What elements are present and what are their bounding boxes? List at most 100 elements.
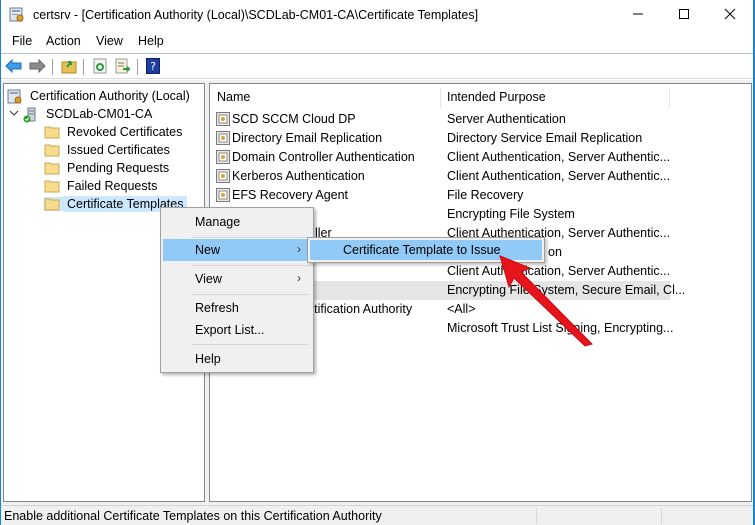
menu-bar: File Action View Help xyxy=(1,31,753,52)
template-name: SCD SCCM Cloud DP xyxy=(232,112,356,126)
minimize-button[interactable] xyxy=(615,0,661,31)
menu-item-label: Refresh xyxy=(195,301,239,315)
table-row[interactable]: Kerberos Authentication Client Authentica… xyxy=(210,167,670,186)
folder-up-icon xyxy=(61,58,77,77)
menu-item-label: Help xyxy=(195,352,221,366)
menu-view[interactable]: View xyxy=(96,34,123,48)
intended-purpose: Encrypting File System xyxy=(447,207,575,221)
status-separator xyxy=(661,508,662,524)
help-button[interactable]: ? xyxy=(144,57,162,77)
template-name: rtification Authority xyxy=(310,302,413,316)
toolbar-separator xyxy=(83,59,84,75)
template-name: Kerberos Authentication xyxy=(232,169,365,183)
tree-item-label: Pending Requests xyxy=(67,161,170,175)
table-row[interactable]: EFS Recovery Agent File Recovery xyxy=(210,186,670,205)
toolbar: ? xyxy=(1,53,753,79)
maximize-button[interactable] xyxy=(661,0,707,31)
menu-help[interactable]: Help xyxy=(138,34,164,48)
intended-purpose: Encrypting File System, Secure Email, Cl… xyxy=(447,283,686,297)
toolbar-separator xyxy=(137,59,138,75)
close-button[interactable] xyxy=(707,0,753,31)
context-menu-item-export-list[interactable]: Export List... xyxy=(163,319,311,341)
folder-icon xyxy=(44,143,60,157)
certificate-template-icon xyxy=(216,131,230,145)
certificate-template-icon xyxy=(216,169,230,183)
column-header-intended-purpose[interactable]: Intended Purpose xyxy=(447,90,546,104)
intended-purpose: Client Authentication, Server Authentic.… xyxy=(447,169,671,183)
help-icon: ? xyxy=(146,57,160,77)
context-menu-item-manage[interactable]: Manage xyxy=(163,211,311,233)
menu-item-label: View xyxy=(195,272,222,286)
column-header-name[interactable]: Name xyxy=(217,90,250,104)
svg-text:?: ? xyxy=(150,60,156,73)
export-list-icon xyxy=(115,58,131,77)
template-name: Directory Email Replication xyxy=(232,131,383,145)
table-row[interactable]: Directory Email Replication Directory Ser… xyxy=(210,129,670,148)
menu-item-label: New xyxy=(195,243,221,257)
tree-item-label: Failed Requests xyxy=(67,179,158,193)
ca-server-icon xyxy=(23,107,39,123)
menu-separator xyxy=(191,344,309,345)
tree-item-pending-requests[interactable]: Pending Requests xyxy=(44,159,172,177)
intended-purpose: Microsoft Trust List Signing, Encrypting… xyxy=(447,321,674,335)
certificate-template-icon xyxy=(216,188,230,202)
menu-item-label: Export List... xyxy=(195,323,265,337)
folder-icon xyxy=(44,161,60,175)
status-bar: Enable additional Certificate Templates … xyxy=(1,505,753,525)
close-icon xyxy=(724,8,736,23)
column-resize-handle[interactable] xyxy=(669,88,670,108)
template-name: EFS Recovery Agent xyxy=(232,188,349,202)
certificate-template-icon xyxy=(216,150,230,164)
menu-action[interactable]: Action xyxy=(46,34,81,48)
title-bar: certsrv - [Certification Authority (Loca… xyxy=(1,0,753,31)
certificate-template-icon xyxy=(216,112,230,126)
tree-item-label: Issued Certificates xyxy=(67,143,170,157)
table-row[interactable]: Domain Controller Authentication Client A… xyxy=(210,148,670,167)
menu-separator xyxy=(191,237,309,238)
refresh-button[interactable] xyxy=(91,58,109,76)
content-area: Certification Authority (Local) SCDLab-C… xyxy=(1,80,753,505)
context-menu-item-help[interactable]: Help xyxy=(163,348,311,370)
intended-purpose: File Recovery xyxy=(447,188,524,202)
minimize-icon xyxy=(632,8,644,23)
tree-item-issued-certificates[interactable]: Issued Certificates xyxy=(44,141,173,159)
column-resize-handle[interactable] xyxy=(440,88,441,108)
up-one-level-button[interactable] xyxy=(60,58,78,76)
tree-item-failed-requests[interactable]: Failed Requests xyxy=(44,177,160,195)
context-menu-item-refresh[interactable]: Refresh xyxy=(163,297,311,319)
new-submenu: Certificate Template to Issue xyxy=(307,237,545,263)
forward-arrow-icon xyxy=(28,58,46,76)
forward-button[interactable] xyxy=(28,58,46,76)
refresh-icon xyxy=(92,58,108,77)
back-arrow-icon xyxy=(5,58,23,76)
list-header: Name Intended Purpose xyxy=(210,84,751,110)
intended-purpose: on xyxy=(548,245,562,259)
tree-root[interactable]: Certification Authority (Local) xyxy=(7,87,193,105)
certsrv-icon xyxy=(9,7,25,23)
window-title: certsrv - [Certification Authority (Loca… xyxy=(33,8,479,22)
menu-item-label: Manage xyxy=(195,215,241,229)
chevron-right-icon: › xyxy=(297,242,301,256)
folder-icon xyxy=(44,197,64,211)
intended-purpose: Client Authentication, Server Authentic.… xyxy=(447,150,671,164)
table-row[interactable]: SCD SCCM Cloud DP Server Authentication xyxy=(210,110,670,129)
submenu-item-certificate-template-to-issue[interactable]: Certificate Template to Issue xyxy=(310,240,542,260)
tree-ca-label: SCDLab-CM01-CA xyxy=(46,107,153,121)
export-list-button[interactable] xyxy=(114,58,132,76)
tree-item-label: Revoked Certificates xyxy=(67,125,183,139)
menu-file[interactable]: File xyxy=(12,34,32,48)
toolbar-separator xyxy=(52,59,53,75)
status-separator xyxy=(536,508,537,524)
intended-purpose: Server Authentication xyxy=(447,112,566,126)
intended-purpose: Client Authentication, Server Authentic.… xyxy=(447,264,671,278)
intended-purpose: Directory Service Email Replication xyxy=(447,131,643,145)
context-menu-item-new[interactable]: New › xyxy=(163,239,311,261)
back-button[interactable] xyxy=(5,58,23,76)
chevron-down-icon[interactable] xyxy=(9,107,21,121)
tree-ca[interactable]: SCDLab-CM01-CA xyxy=(9,105,155,123)
context-menu-item-view[interactable]: View › xyxy=(163,268,311,290)
tree-item-revoked-certificates[interactable]: Revoked Certificates xyxy=(44,123,185,141)
menu-separator xyxy=(191,294,309,295)
menu-separator xyxy=(191,265,309,266)
folder-icon xyxy=(44,125,60,139)
